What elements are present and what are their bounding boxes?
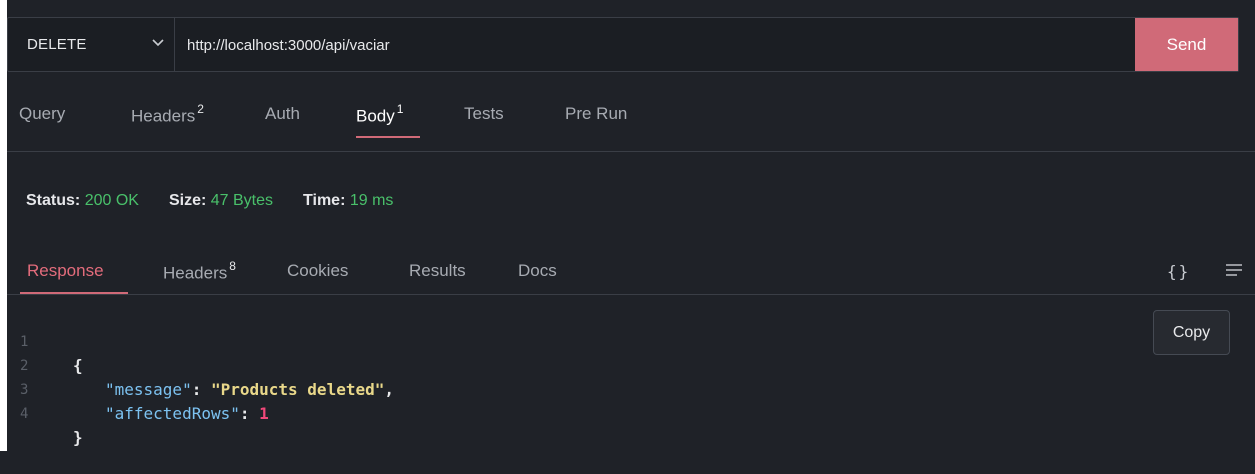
chevron-down-icon [152, 39, 164, 47]
json-colon: : [191, 380, 211, 399]
json-key: "affectedRows" [105, 404, 240, 423]
tab-pre-run[interactable]: Pre Run [565, 104, 627, 124]
tab-label: Body [356, 106, 395, 126]
send-button[interactable]: Send [1135, 18, 1238, 71]
tab-label: Headers [163, 263, 228, 283]
method-label: DELETE [27, 36, 87, 53]
tab-headers[interactable]: Headers 2 [131, 102, 204, 127]
json-brace: { [73, 356, 83, 375]
tab-docs[interactable]: Docs [518, 261, 557, 281]
size-value: 47 Bytes [210, 192, 274, 209]
response-tabs-divider [7, 294, 1255, 295]
code-line: 3 "affectedRows": 1 [7, 354, 269, 423]
tab-badge: 2 [197, 102, 204, 116]
code-line: 2 "message": "Products deleted", [7, 330, 394, 399]
tab-label: Headers [131, 106, 196, 126]
time-value: 19 ms [349, 192, 394, 209]
response-body: 1 { 2 "message": "Products deleted", 3 "… [7, 306, 394, 447]
tab-label: Auth [265, 104, 300, 123]
url-input[interactable] [175, 18, 1149, 73]
format-braces-icon[interactable]: {} [1167, 262, 1190, 281]
code-line: 1 { [7, 306, 83, 375]
tab-query[interactable]: Query [19, 104, 65, 124]
tabs-divider [7, 151, 1255, 152]
tab-response-headers[interactable]: Headers 8 [163, 259, 236, 284]
tab-label: Tests [464, 104, 504, 123]
request-url-bar: DELETE Send [7, 17, 1239, 73]
tab-results[interactable]: Results [409, 261, 466, 281]
method-select[interactable]: DELETE [8, 18, 175, 71]
json-key: "message" [105, 380, 192, 399]
time-label: Time: [303, 192, 346, 209]
json-colon: : [239, 404, 260, 423]
code-line: 4 } [7, 378, 83, 447]
window-edge [0, 0, 7, 451]
tab-tests[interactable]: Tests [464, 104, 504, 124]
size-label: Size: [168, 192, 207, 209]
tab-auth[interactable]: Auth [265, 104, 300, 124]
json-comma: , [384, 380, 394, 399]
tab-label: Cookies [287, 261, 349, 280]
tab-body[interactable]: Body 1 [356, 102, 404, 127]
response-status: Status: 200 OK Size: 47 Bytes Time: 19 ms [26, 192, 423, 210]
status-value: 200 OK [84, 192, 139, 209]
tab-badge: 1 [396, 102, 404, 116]
tab-cookies[interactable]: Cookies [287, 261, 348, 281]
line-number: 4 [20, 406, 29, 422]
tab-label: Results [409, 261, 466, 280]
json-string-value: "Products deleted" [210, 380, 385, 399]
json-brace: } [73, 428, 83, 447]
tab-badge: 8 [229, 259, 236, 273]
tab-label: Response [27, 261, 104, 280]
status-label: Status: [26, 192, 81, 209]
tab-response[interactable]: Response [27, 261, 104, 281]
menu-icon[interactable] [1225, 263, 1243, 277]
tab-label: Pre Run [565, 104, 628, 123]
json-number-value: 1 [259, 404, 269, 423]
copy-button[interactable]: Copy [1153, 310, 1230, 355]
active-tab-indicator [356, 136, 420, 138]
tab-label: Query [19, 104, 66, 123]
tab-label: Docs [518, 261, 557, 280]
